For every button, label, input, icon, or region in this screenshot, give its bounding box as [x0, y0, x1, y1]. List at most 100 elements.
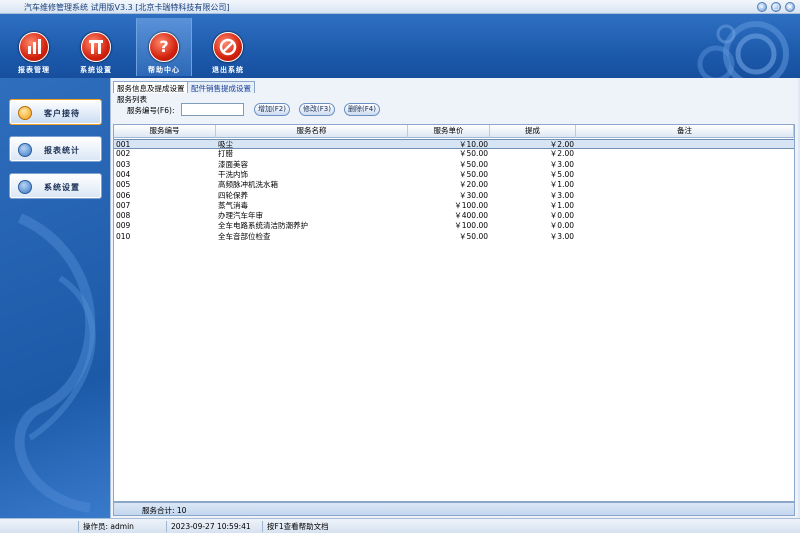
operator-status: 操作员: admin [78, 521, 166, 532]
table-footer: 服务合计: 10 [113, 502, 795, 516]
system-settings-label: 系统设置 [80, 66, 112, 74]
column-header[interactable]: 服务名称 [216, 125, 408, 138]
service-total: 服务合计: 10 [142, 506, 187, 515]
table-cell: ￥5.00 [549, 169, 574, 179]
table-cell: ￥100.00 [454, 200, 488, 210]
table-cell: ￥50.00 [459, 159, 488, 169]
close-button[interactable]: × [785, 2, 795, 12]
sidebar-item-label: 系统设置 [44, 183, 80, 192]
table-row[interactable]: 001 吸尘 ￥10.00 ￥2.00 [114, 139, 794, 150]
column-header[interactable]: 服务单价 [408, 125, 490, 138]
table-cell: ￥50.00 [459, 231, 488, 241]
table-cell: ￥2.00 [549, 149, 574, 159]
table-row[interactable]: 002 打腊 ￥50.00 ￥2.00 [114, 149, 794, 159]
help-center-button[interactable]: ? 帮助中心 [136, 18, 192, 76]
sidebar-item-reception[interactable]: 客户接待 [9, 99, 102, 125]
service-code-input[interactable] [181, 103, 244, 116]
table-cell [578, 232, 792, 242]
service-table: 服务编号 服务名称 服务单价 提成 备注 001 吸尘 ￥10.00 ￥2.00 002… [113, 124, 795, 502]
minimize-button[interactable]: - [757, 2, 767, 12]
table-row[interactable]: 008 办理汽车年审 ￥400.00 ￥0.00 [114, 211, 794, 221]
table-cell [578, 149, 792, 159]
table-cell: ￥400.00 [454, 211, 488, 221]
table-cell: ￥30.00 [459, 190, 488, 200]
table-cell: 打腊 [218, 149, 233, 159]
table-cell [578, 221, 792, 231]
add-button[interactable]: 增加(F2) [254, 103, 290, 116]
table-cell [578, 211, 792, 221]
table-cell: 漆面美容 [218, 159, 248, 169]
table-cell: 高频脉冲机洗水箱 [218, 180, 278, 190]
maximize-button[interactable]: □ [771, 2, 781, 12]
sidebar: 客户接待 报表统计 系统设置 [0, 78, 110, 518]
exit-system-label: 退出系统 [212, 66, 244, 74]
table-cell: ￥1.00 [549, 200, 574, 210]
edit-button[interactable]: 修改(F3) [299, 103, 335, 116]
main-content: 服务信息及提成设置 配件销售提成设置 服务列表 服务编号(F6): 增加(F2)… [110, 78, 798, 518]
table-cell: 009 [116, 221, 131, 231]
sidebar-item-label: 报表统计 [44, 146, 80, 155]
sidebar-item-system-settings[interactable]: 系统设置 [9, 173, 102, 199]
table-cell: 007 [116, 200, 131, 210]
table-row[interactable]: 005 高频脉冲机洗水箱 ￥20.00 ￥1.00 [114, 180, 794, 190]
system-settings-button[interactable]: 系统设置 [68, 18, 124, 76]
delete-button[interactable]: 删除(F4) [344, 103, 380, 116]
table-cell [578, 201, 792, 211]
column-header[interactable]: 备注 [576, 125, 794, 138]
table-cell: ￥1.00 [549, 180, 574, 190]
bar-chart-icon [19, 32, 49, 62]
decorative-swirl-icon [697, 21, 789, 78]
system-settings-icon [18, 180, 32, 194]
column-header[interactable]: 提成 [490, 125, 576, 138]
table-row[interactable]: 007 蒸气消毒 ￥100.00 ￥1.00 [114, 201, 794, 211]
status-bar: 操作员: admin 2023-09-27 10:59:41 按F1查看帮助文档 [0, 518, 800, 533]
datetime-status: 2023-09-27 10:59:41 [166, 521, 262, 532]
table-cell: ￥20.00 [459, 180, 488, 190]
table-cell [578, 160, 792, 170]
table-cell [578, 170, 792, 180]
table-cell: ￥50.00 [459, 149, 488, 159]
title-bar: 汽车维修管理系统 试用版V3.3 [北京卡瑞特科技有限公司] - □ × [0, 0, 800, 14]
table-cell: ￥0.00 [549, 211, 574, 221]
search-label: 服务编号(F6): [127, 106, 175, 115]
table-cell: 002 [116, 149, 131, 159]
service-list-group: 服务列表 服务编号(F6): 增加(F2) 修改(F3) 删除(F4) [115, 94, 795, 124]
help-icon: ? [149, 32, 179, 62]
tab-service-info[interactable]: 服务信息及提成设置 [113, 81, 189, 93]
table-row[interactable]: 003 漆面美容 ￥50.00 ￥3.00 [114, 160, 794, 170]
reception-icon [18, 106, 32, 120]
window-title: 汽车维修管理系统 试用版V3.3 [北京卡瑞特科技有限公司] [24, 3, 230, 12]
table-cell: 全车电路系统清洁防潮养护 [218, 221, 308, 231]
sidebar-item-report-stats[interactable]: 报表统计 [9, 136, 102, 162]
table-row[interactable]: 010 全车音部位检查 ￥50.00 ￥3.00 [114, 232, 794, 242]
exit-icon [213, 32, 243, 62]
table-cell: 蒸气消毒 [218, 200, 248, 210]
table-row[interactable]: 006 四轮保养 ￥30.00 ￥3.00 [114, 191, 794, 201]
table-cell: ￥0.00 [549, 221, 574, 231]
help-center-label: 帮助中心 [148, 66, 180, 74]
report-management-button[interactable]: 报表管理 [6, 18, 62, 76]
table-cell: 办理汽车年审 [218, 211, 263, 221]
table-cell: 010 [116, 231, 131, 241]
column-header[interactable]: 服务编号 [114, 125, 216, 138]
table-header: 服务编号 服务名称 服务单价 提成 备注 [114, 125, 794, 138]
main-toolbar: 报表管理 系统设置 ? 帮助中心 退出系统 [0, 14, 800, 78]
table-row[interactable]: 004 干洗内饰 ￥50.00 ￥5.00 [114, 170, 794, 180]
table-cell: 四轮保养 [218, 190, 248, 200]
table-cell: 004 [116, 169, 131, 179]
table-row[interactable]: 009 全车电路系统清洁防潮养护 ￥100.00 ￥0.00 [114, 221, 794, 231]
table-cell: ￥100.00 [454, 221, 488, 231]
group-title: 服务列表 [117, 95, 147, 104]
table-cell: 005 [116, 180, 131, 190]
help-hint-status: 按F1查看帮助文档 [262, 521, 462, 532]
table-cell: 全车音部位检查 [218, 231, 271, 241]
sidebar-item-label: 客户接待 [44, 109, 80, 118]
table-cell: 008 [116, 211, 131, 221]
exit-system-button[interactable]: 退出系统 [200, 18, 256, 76]
table-cell: 003 [116, 159, 131, 169]
tools-icon [81, 32, 111, 62]
table-cell: ￥3.00 [549, 190, 574, 200]
table-cell: ￥3.00 [549, 159, 574, 169]
tab-parts-commission[interactable]: 配件销售提成设置 [187, 81, 255, 93]
report-management-label: 报表管理 [18, 66, 50, 74]
